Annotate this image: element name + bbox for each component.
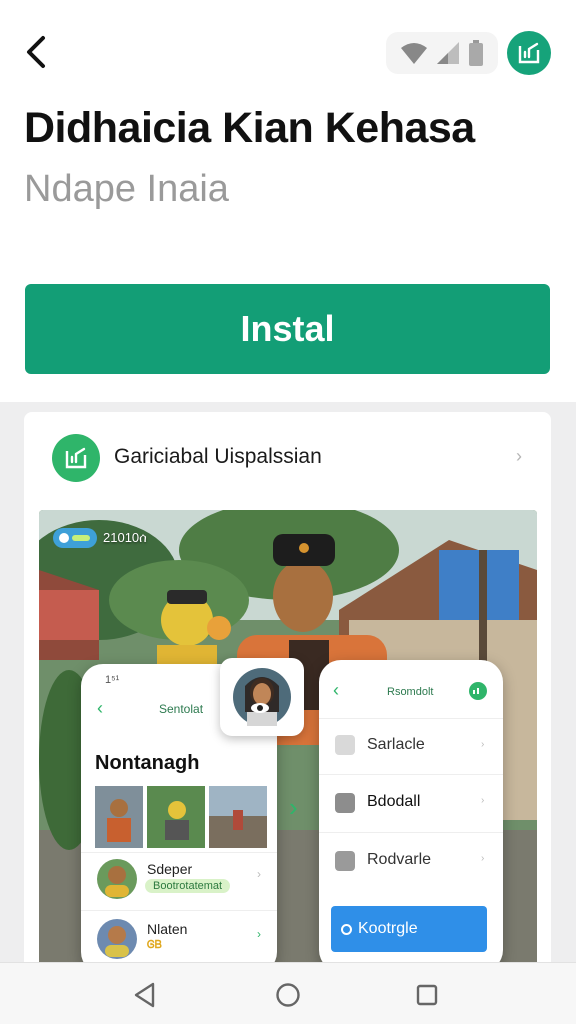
option-row[interactable]: Rodvarle › bbox=[319, 832, 503, 888]
option-label: Bdodall bbox=[367, 793, 421, 810]
app-logo-icon bbox=[65, 447, 87, 469]
signal-icon bbox=[437, 42, 459, 64]
app-logo-icon bbox=[469, 682, 487, 700]
chevron-right-icon: › bbox=[516, 446, 522, 466]
option-label: Rodvarle bbox=[367, 851, 432, 868]
option-icon bbox=[335, 851, 355, 871]
wifi-icon bbox=[401, 43, 427, 64]
option-icon bbox=[335, 793, 355, 813]
app-subtitle: Ndape Inaia bbox=[24, 168, 229, 210]
list-item-name: Sdeper bbox=[147, 861, 193, 877]
radio-icon bbox=[341, 923, 352, 935]
battery-icon bbox=[469, 40, 483, 66]
option-row[interactable]: Sarlacle › bbox=[319, 718, 503, 772]
chevron-right-icon: › bbox=[481, 739, 485, 750]
chevron-right-icon: › bbox=[481, 853, 485, 864]
option-row[interactable]: Bdodall › bbox=[319, 774, 503, 830]
system-nav-bar bbox=[0, 962, 576, 1024]
chevron-right-icon: › bbox=[257, 867, 261, 881]
card-title: Gariciabal Uispalssian bbox=[114, 445, 322, 468]
chevron-right-icon: › bbox=[481, 795, 485, 806]
card-header[interactable]: Gariciabal Uispalssian › bbox=[24, 412, 551, 504]
primary-action-button[interactable]: Kootrgle bbox=[331, 906, 487, 952]
eye-icon bbox=[251, 703, 269, 713]
video-preview[interactable] bbox=[220, 658, 304, 736]
chevron-right-icon: › bbox=[257, 927, 261, 941]
nav-home-button[interactable] bbox=[273, 980, 303, 1010]
chevron-left-icon: ‹ bbox=[333, 680, 339, 700]
phone-nav-title: Sentolat bbox=[159, 702, 204, 716]
hero-screenshot[interactable]: 21010ሰ 1⁵¹ ‹ Sentolat Nontanagh Sdeper B… bbox=[39, 510, 537, 972]
app-shortcut-button[interactable] bbox=[507, 31, 551, 75]
card-app-icon bbox=[52, 434, 100, 482]
square-recents-icon bbox=[416, 984, 438, 1006]
list-item-tag: ᎶᏴ bbox=[147, 939, 162, 951]
phone-mockup-right: ‹ Rsomdolt Sarlacle › Bdodall › Rodvarle… bbox=[319, 660, 503, 972]
install-button[interactable]: Instal bbox=[25, 284, 550, 374]
app-logo-icon bbox=[518, 42, 540, 64]
phone-nav-title: Rsomdolt bbox=[387, 686, 434, 698]
chevron-right-icon[interactable]: › bbox=[289, 792, 298, 823]
photo-thumbnails bbox=[95, 786, 267, 848]
back-button[interactable] bbox=[18, 34, 54, 70]
toggle-icon bbox=[53, 528, 97, 548]
avatar bbox=[97, 919, 137, 959]
badge-text: 21010ሰ bbox=[103, 530, 147, 545]
list-item[interactable]: Sdeper Bootrotatemat › bbox=[81, 852, 277, 906]
back-arrow-icon bbox=[27, 36, 45, 68]
nav-back-button[interactable] bbox=[130, 980, 160, 1010]
list-item[interactable]: Nlaten ᎶᏴ › bbox=[81, 910, 277, 970]
circle-home-icon bbox=[276, 983, 300, 1007]
triangle-back-icon bbox=[134, 982, 155, 1008]
nav-recents-button[interactable] bbox=[412, 980, 442, 1010]
option-icon bbox=[335, 735, 355, 755]
list-item-tag: Bootrotatemat bbox=[145, 879, 231, 893]
hero-badge: 21010ሰ bbox=[53, 528, 147, 548]
phone-time: 1⁵¹ bbox=[105, 674, 120, 686]
primary-action-label: Kootrgle bbox=[358, 920, 418, 937]
avatar bbox=[233, 668, 291, 726]
phone-heading: Nontanagh bbox=[95, 752, 200, 774]
avatar bbox=[97, 859, 137, 899]
option-label: Sarlacle bbox=[367, 736, 425, 753]
top-bar bbox=[0, 0, 576, 100]
screenshot-card: Gariciabal Uispalssian › 21010ሰ 1⁵¹ ‹ Se… bbox=[24, 412, 551, 972]
list-item-name: Nlaten bbox=[147, 921, 188, 937]
app-title: Didhaicia Kian Kehasa bbox=[24, 104, 475, 152]
chevron-left-icon: ‹ bbox=[97, 698, 103, 718]
status-indicators bbox=[386, 32, 498, 74]
